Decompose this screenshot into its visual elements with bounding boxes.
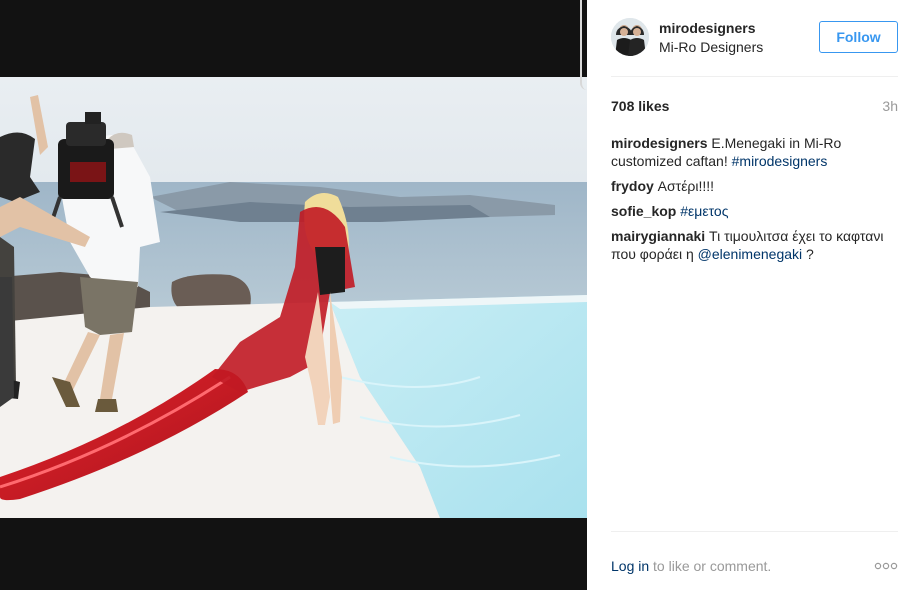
comment: frydoy Αστέρι!!!! <box>611 177 901 195</box>
mention-link[interactable]: @elenimenegaki <box>698 246 803 262</box>
comment-tail: ? <box>802 246 814 262</box>
comment-username[interactable]: sofie_kop <box>611 203 676 219</box>
post-username[interactable]: mirodesigners <box>659 20 755 36</box>
comment: sofie_kop #εμετος <box>611 202 901 220</box>
post-full-name: Mi-Ro Designers <box>659 39 764 55</box>
avatar[interactable] <box>611 18 649 56</box>
comment-username[interactable]: frydoy <box>611 178 654 194</box>
comments-list: mirodesigners E.Menegaki in Mi-Ro custom… <box>611 134 901 270</box>
comment-username[interactable]: mairygiannaki <box>611 228 705 244</box>
comment: mirodesigners E.Menegaki in Mi-Ro custom… <box>611 134 901 170</box>
comment-text: Αστέρι!!!! <box>653 178 715 194</box>
likes-count[interactable]: 708 likes <box>611 98 669 114</box>
post-header: mirodesigners Mi-Ro Designers Follow <box>611 0 898 77</box>
media-pane <box>0 0 587 590</box>
hashtag-link[interactable]: #εμετος <box>680 203 728 219</box>
follow-button[interactable]: Follow <box>819 21 898 53</box>
post-info-pane: mirodesigners Mi-Ro Designers Follow 708… <box>587 0 922 590</box>
avatar-image <box>611 18 649 56</box>
comment-username[interactable]: mirodesigners <box>611 135 707 151</box>
login-link[interactable]: Log in <box>611 558 649 574</box>
post-footer: Log in to like or comment. <box>611 531 898 591</box>
ellipsis-icon[interactable] <box>874 560 898 572</box>
media-frame-edge <box>580 0 587 90</box>
comment: mairygiannaki Τι τιμουλιτσα έχει το καφτ… <box>611 227 901 263</box>
hashtag-link[interactable]: #mirodesigners <box>732 153 828 169</box>
post-timestamp[interactable]: 3h <box>882 98 898 114</box>
post-photo[interactable] <box>0 77 587 518</box>
login-prompt-text: to like or comment. <box>649 558 772 574</box>
login-prompt: Log in to like or comment. <box>611 558 771 574</box>
